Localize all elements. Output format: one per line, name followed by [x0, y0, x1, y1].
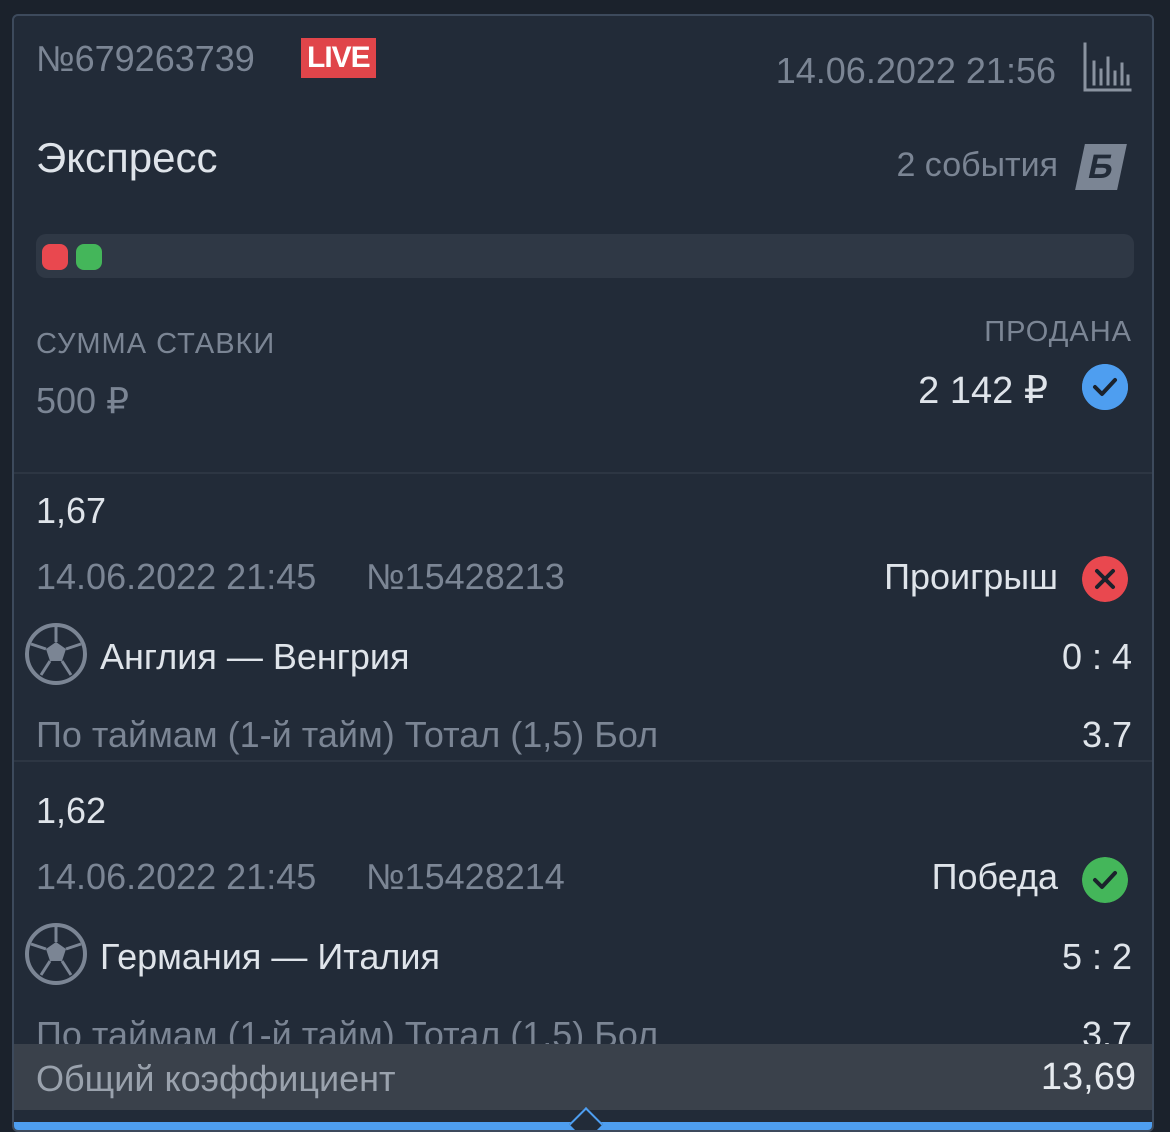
match-name: Англия — Венгрия: [100, 636, 410, 677]
bet-card[interactable]: №679263739 LIVE 14.06.2022 21:56 Экспрес…: [12, 14, 1154, 1132]
total-odds-label: Общий коэффициент: [36, 1058, 396, 1099]
chevron-up-icon[interactable]: [569, 1107, 603, 1130]
match-score: 0 : 4: [1061, 636, 1132, 677]
bonus-badge: Б: [1075, 144, 1127, 190]
stake-label: СУММА СТАВКИ: [36, 328, 276, 360]
match-name: Германия — Италия: [100, 936, 440, 977]
check-circle-icon: [1082, 364, 1128, 410]
event-divider: [14, 760, 1152, 762]
market-odds: 3.7: [1081, 714, 1132, 755]
total-odds-bar: Общий коэффициент 13,69: [14, 1044, 1152, 1110]
section-divider: [14, 472, 1152, 474]
soccer-ball-icon: [25, 923, 87, 985]
check-circle-icon: [1082, 857, 1128, 903]
bar-chart-icon[interactable]: [1082, 42, 1132, 94]
soccer-ball-icon: [25, 623, 87, 685]
match-score: 5 : 2: [1061, 936, 1132, 977]
live-badge: LIVE: [301, 38, 376, 78]
cross-circle-icon: [1082, 556, 1128, 602]
events-count: 2 события: [896, 146, 1058, 184]
event-odds: 1,67: [36, 490, 107, 531]
progress-dot-lose: [42, 244, 68, 270]
sold-label: ПРОДАНА: [984, 316, 1132, 348]
event-result: Проигрыш: [884, 556, 1058, 597]
bet-type: Экспресс: [36, 134, 218, 181]
total-odds-value: 13,69: [1040, 1056, 1136, 1098]
event-result: Победа: [931, 856, 1058, 897]
bet-id: №679263739: [36, 38, 255, 79]
stake-value: 500 ₽: [36, 380, 129, 421]
event-date: 14.06.2022 21:45: [36, 856, 317, 897]
progress-dot-win: [76, 244, 102, 270]
market-name: По таймам (1-й тайм) Тотал (1,5) Бол: [36, 714, 659, 755]
events-progress: [36, 234, 1134, 278]
sold-value: 2 142 ₽: [918, 370, 1048, 412]
event-id: №15428213: [366, 556, 565, 597]
event-date: 14.06.2022 21:45: [36, 556, 317, 597]
event-odds: 1,62: [36, 790, 107, 831]
event-id: №15428214: [366, 856, 565, 897]
bet-date: 14.06.2022 21:56: [775, 50, 1056, 91]
